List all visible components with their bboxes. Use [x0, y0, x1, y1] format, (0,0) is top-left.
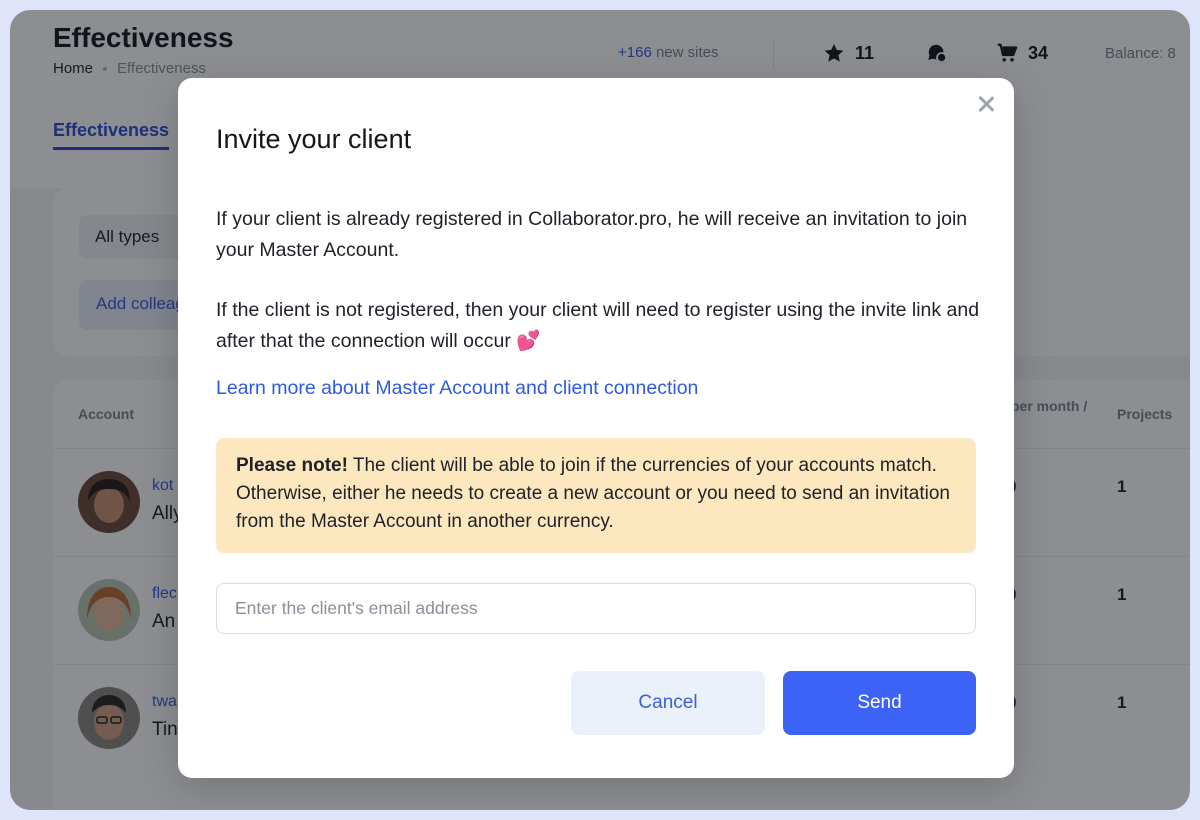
- currency-note: Please note! The client will be able to …: [216, 438, 976, 553]
- modal-title: Invite your client: [216, 124, 412, 154]
- close-icon[interactable]: [976, 94, 996, 114]
- cancel-button[interactable]: Cancel: [571, 671, 765, 735]
- modal-paragraph-registered: If your client is already registered in …: [216, 208, 968, 261]
- note-title: Please note!: [236, 455, 348, 476]
- email-input[interactable]: [216, 583, 976, 634]
- modal-paragraph-unregistered: If the client is not registered, then yo…: [216, 299, 980, 352]
- send-button[interactable]: Send: [783, 671, 976, 735]
- invite-client-modal: Invite your client If your client is alr…: [178, 78, 1014, 778]
- app-frame: Effectiveness Home Effectiveness +166 ne…: [10, 10, 1190, 810]
- learn-more-link[interactable]: Learn more about Master Account and clie…: [216, 377, 698, 400]
